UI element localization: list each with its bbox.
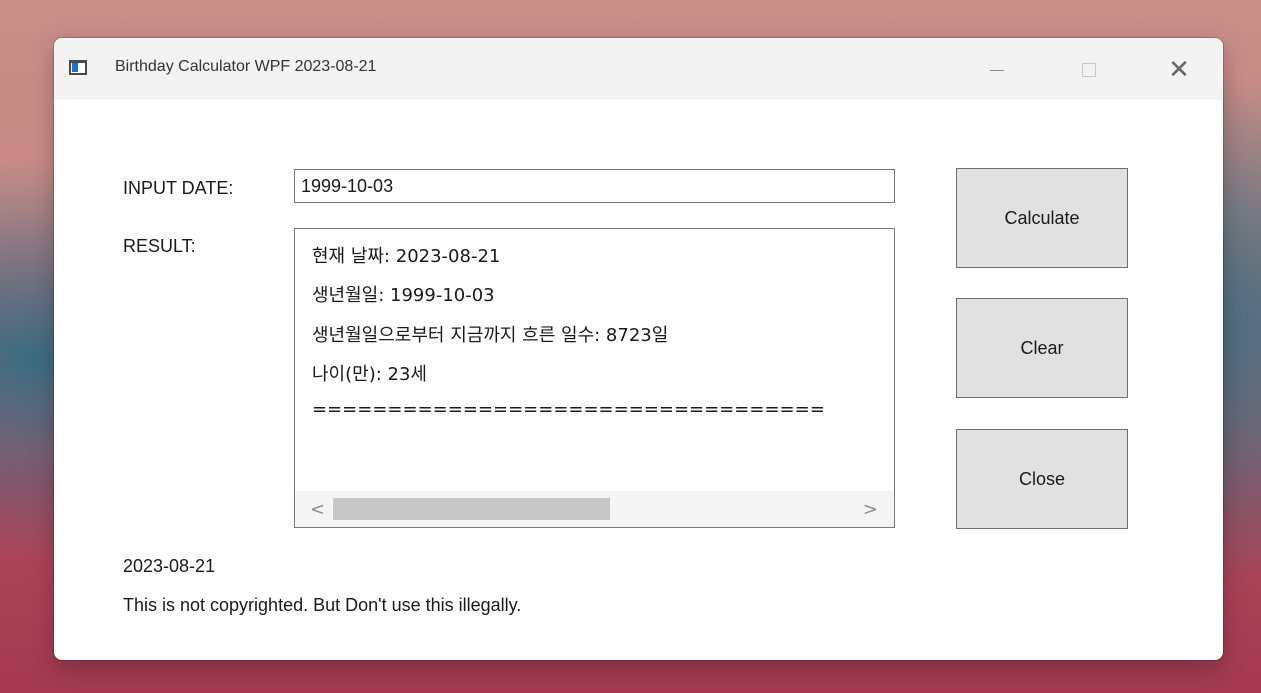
- maximize-icon: [1082, 63, 1096, 77]
- window-close-button[interactable]: ✕: [1156, 52, 1202, 88]
- title-bar[interactable]: Birthday Calculator WPF 2023-08-21 ✕: [54, 38, 1223, 100]
- footer-notice: This is not copyrighted. But Don't use t…: [123, 595, 522, 615]
- result-line-birth-date: 생년월일: 1999-10-03: [312, 285, 495, 306]
- scroll-left-arrow-icon[interactable]: <: [310, 499, 325, 520]
- result-line-separator: ==================================: [312, 399, 825, 420]
- scrollbar-thumb[interactable]: [333, 498, 610, 520]
- scroll-right-arrow-icon[interactable]: >: [863, 499, 878, 520]
- close-button[interactable]: Close: [956, 429, 1128, 529]
- result-line-days-elapsed: 생년월일으로부터 지금까지 흐른 일수: 8723일: [312, 325, 669, 346]
- input-date-label: INPUT DATE:: [123, 178, 234, 198]
- maximize-button[interactable]: [1066, 52, 1112, 88]
- minimize-icon: [990, 69, 1004, 71]
- calculate-button[interactable]: Calculate: [956, 168, 1128, 268]
- window-title: Birthday Calculator WPF 2023-08-21: [115, 58, 377, 75]
- clear-button[interactable]: Clear: [956, 298, 1128, 398]
- result-textbox[interactable]: 현재 날짜: 2023-08-21 생년월일: 1999-10-03 생년월일으…: [294, 228, 895, 528]
- result-label: RESULT:: [123, 236, 196, 256]
- result-line-current-date: 현재 날짜: 2023-08-21: [312, 246, 501, 267]
- result-line-age: 나이(만): 23세: [312, 364, 427, 385]
- minimize-button[interactable]: [974, 52, 1020, 88]
- close-icon: ✕: [1168, 55, 1190, 85]
- input-date-field[interactable]: [294, 169, 895, 203]
- app-window: Birthday Calculator WPF 2023-08-21 ✕ INP…: [54, 38, 1223, 660]
- footer-date: 2023-08-21: [123, 556, 216, 576]
- horizontal-scrollbar[interactable]: < >: [295, 491, 894, 527]
- app-icon: [69, 60, 87, 75]
